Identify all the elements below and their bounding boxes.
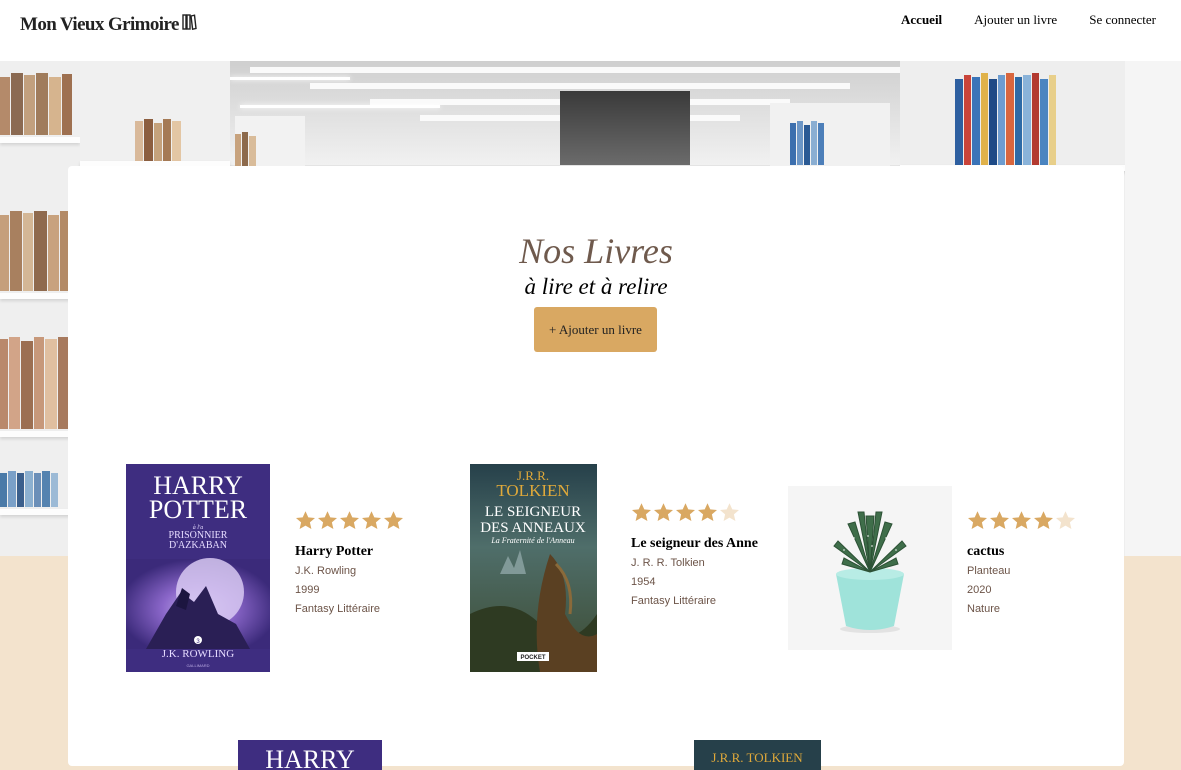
- site-logo[interactable]: Mon Vieux Grimoire: [20, 14, 197, 36]
- star-filled-icon: [384, 511, 403, 529]
- books-icon: [182, 14, 197, 36]
- books-card: Nos Livres à lire et à relire + Ajouter …: [68, 166, 1124, 770]
- book-genre: Nature: [967, 603, 1001, 615]
- star-filled-icon: [362, 511, 381, 529]
- star-filled-icon: [1012, 511, 1031, 529]
- nav-ajouter-livre[interactable]: Ajouter un livre: [974, 12, 1057, 28]
- cover-publisher: GALLIMARD: [186, 663, 209, 668]
- site-header: Mon Vieux Grimoire Accueil Ajouter un li…: [0, 0, 1181, 61]
- book-author: J. R. R. Tolkien: [631, 557, 705, 569]
- add-book-button[interactable]: + Ajouter un livre: [534, 307, 657, 352]
- cover-title-line2: DES ANNEAUX: [480, 520, 586, 536]
- nav-se-connecter[interactable]: Se connecter: [1089, 12, 1156, 28]
- book-cover[interactable]: J.R.R. TOLKIEN LE SEIGNEUR DES ANNEAUX L…: [470, 464, 597, 672]
- book-title[interactable]: Harry Potter: [295, 545, 425, 559]
- star-filled-icon: [676, 503, 695, 521]
- book-author: J.K. Rowling: [295, 565, 357, 577]
- rating-stars: [631, 502, 761, 523]
- book-genre: Fantasy Littéraire: [295, 603, 380, 615]
- rating-stars: [967, 510, 1097, 531]
- star-filled-icon: [1034, 511, 1053, 529]
- rating-stars: [295, 510, 425, 531]
- cover-author-line2: TOLKIEN: [496, 481, 569, 500]
- book-info: cactus Planteau 2020 Nature: [967, 510, 1097, 619]
- star-empty-icon: [1056, 511, 1075, 529]
- book-info: Le seigneur des Anne J. R. R. Tolkien 19…: [631, 502, 761, 611]
- main-nav: Accueil Ajouter un livre Se connecter: [901, 12, 1156, 28]
- cover-publisher: POCKET: [520, 655, 545, 661]
- cover-title-line5: D'AZKABAN: [169, 540, 227, 551]
- cover-title-line2: POTTER: [149, 495, 248, 524]
- book-cover[interactable]: HARRY: [238, 740, 382, 770]
- star-filled-icon: [296, 511, 315, 529]
- book-cover[interactable]: J.R.R. TOLKIEN: [694, 740, 821, 770]
- book-year: 1999: [295, 584, 320, 596]
- book-info: Harry Potter J.K. Rowling 1999 Fantasy L…: [295, 510, 425, 619]
- book-year: 2020: [967, 584, 992, 596]
- star-filled-icon: [654, 503, 673, 521]
- star-filled-icon: [990, 511, 1009, 529]
- book-genre: Fantasy Littéraire: [631, 595, 716, 607]
- cover-author: J.K. ROWLING: [162, 648, 234, 660]
- book-title[interactable]: Le seigneur des Anne: [631, 537, 761, 551]
- star-filled-icon: [632, 503, 651, 521]
- cover-subtitle: La Fraternité de l'Anneau: [490, 536, 574, 545]
- star-filled-icon: [968, 511, 987, 529]
- cactus-plant-image[interactable]: [788, 486, 952, 650]
- page-title: Nos Livres: [519, 231, 673, 271]
- cover-title-line1: HARRY: [265, 745, 355, 770]
- star-empty-icon: [720, 503, 739, 521]
- mid-left-shelf: [80, 61, 230, 167]
- cover-author-line: J.R.R. TOLKIEN: [711, 750, 803, 765]
- star-filled-icon: [698, 503, 717, 521]
- book-cover[interactable]: HARRY POTTER à l'a PRISONNIER D'AZKABAN …: [126, 464, 270, 672]
- book-year: 1954: [631, 576, 656, 588]
- book-author: Planteau: [967, 565, 1011, 577]
- dark-doorway: [560, 91, 690, 165]
- page-subtitle: à lire et à relire: [524, 274, 668, 299]
- cover-title-line1: LE SEIGNEUR: [485, 504, 581, 520]
- nav-accueil[interactable]: Accueil: [901, 12, 942, 28]
- logo-text: Mon Vieux Grimoire: [20, 14, 179, 35]
- star-filled-icon: [340, 511, 359, 529]
- book-title[interactable]: cactus: [967, 545, 1097, 559]
- star-filled-icon: [318, 511, 337, 529]
